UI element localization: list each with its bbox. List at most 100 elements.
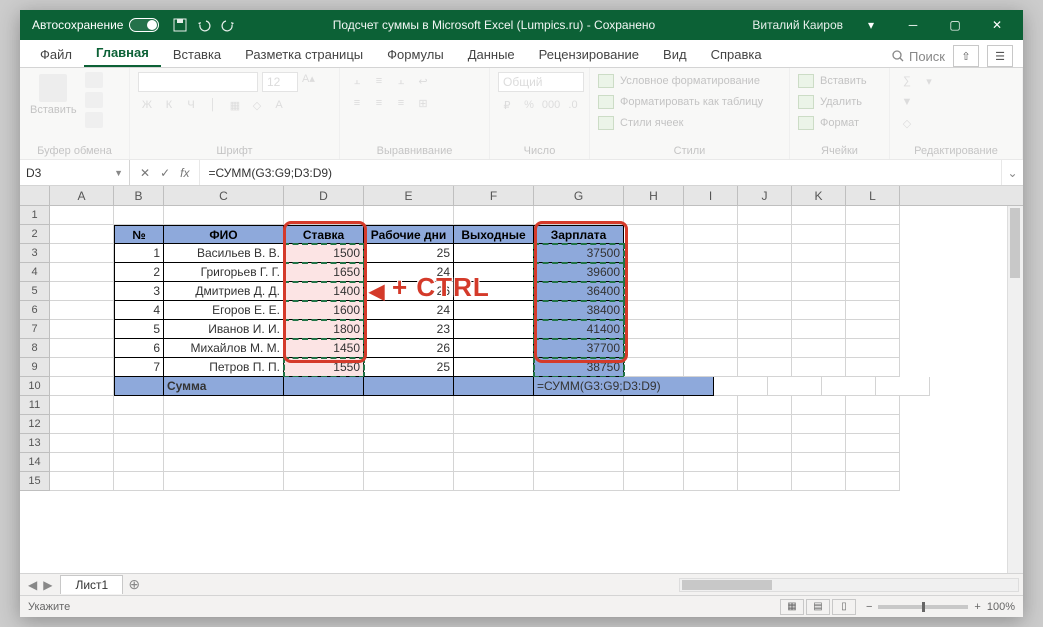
- tab-data[interactable]: Данные: [456, 42, 527, 67]
- cell[interactable]: [50, 453, 114, 472]
- cell[interactable]: [738, 415, 792, 434]
- cell[interactable]: [114, 377, 164, 396]
- cell[interactable]: [792, 282, 846, 301]
- cell[interactable]: [792, 396, 846, 415]
- cell[interactable]: №: [114, 225, 164, 244]
- expand-formula-icon[interactable]: ⌄: [1001, 160, 1023, 185]
- conditional-formatting[interactable]: Условное форматирование: [598, 72, 760, 90]
- row-header[interactable]: 6: [20, 301, 49, 320]
- close-icon[interactable]: ✕: [977, 10, 1017, 40]
- sheet-nav-prev-icon[interactable]: ◀: [28, 578, 37, 592]
- cell[interactable]: [364, 415, 454, 434]
- cell[interactable]: [284, 434, 364, 453]
- add-sheet-button[interactable]: ⊕: [123, 576, 145, 593]
- cell[interactable]: [164, 453, 284, 472]
- cell[interactable]: [454, 339, 534, 358]
- cell[interactable]: [792, 472, 846, 491]
- cell[interactable]: [454, 358, 534, 377]
- cell[interactable]: [684, 358, 738, 377]
- fill-color-icon[interactable]: ◇: [248, 96, 266, 114]
- cell[interactable]: [792, 225, 846, 244]
- merge-icon[interactable]: ⊞: [414, 94, 432, 112]
- cell[interactable]: Ставка: [284, 225, 364, 244]
- cell[interactable]: [822, 377, 876, 396]
- zoom-out-icon[interactable]: −: [866, 601, 872, 613]
- cancel-formula-icon[interactable]: ✕: [140, 166, 150, 180]
- cell[interactable]: [164, 472, 284, 491]
- cell[interactable]: [114, 434, 164, 453]
- cell[interactable]: 39600: [534, 263, 624, 282]
- zoom-slider[interactable]: [878, 605, 968, 609]
- cell[interactable]: [792, 244, 846, 263]
- cell[interactable]: [454, 453, 534, 472]
- tab-review[interactable]: Рецензирование: [527, 42, 651, 67]
- vertical-scrollbar[interactable]: [1007, 206, 1023, 573]
- cell[interactable]: [738, 434, 792, 453]
- cell[interactable]: [624, 396, 684, 415]
- row-header[interactable]: 7: [20, 320, 49, 339]
- zoom-level[interactable]: 100%: [987, 601, 1015, 613]
- cell[interactable]: [684, 244, 738, 263]
- clear-icon[interactable]: ◇: [898, 114, 916, 132]
- cell[interactable]: [624, 282, 684, 301]
- align-mid-icon[interactable]: ≡: [370, 72, 388, 90]
- increase-font-icon[interactable]: A▴: [302, 72, 315, 92]
- cell[interactable]: [50, 472, 114, 491]
- cell[interactable]: 1550: [284, 358, 364, 377]
- row-header[interactable]: 14: [20, 453, 49, 472]
- cell[interactable]: [846, 339, 900, 358]
- cell[interactable]: [50, 415, 114, 434]
- cell[interactable]: 41400: [534, 320, 624, 339]
- fill-icon[interactable]: ▼: [898, 93, 916, 111]
- cell[interactable]: [454, 206, 534, 225]
- row-header[interactable]: 10: [20, 377, 49, 396]
- cell[interactable]: [846, 301, 900, 320]
- row-header[interactable]: 5: [20, 282, 49, 301]
- cell[interactable]: [738, 396, 792, 415]
- cell[interactable]: [50, 358, 114, 377]
- cell[interactable]: [114, 415, 164, 434]
- cell[interactable]: [846, 434, 900, 453]
- comma-icon[interactable]: 000: [542, 96, 560, 114]
- fx-icon[interactable]: fx: [180, 166, 189, 180]
- save-icon[interactable]: [173, 18, 187, 32]
- cell[interactable]: [50, 320, 114, 339]
- cell[interactable]: [50, 263, 114, 282]
- cell[interactable]: =СУММ(G3:G9;D3:D9): [534, 377, 714, 396]
- undo-icon[interactable]: [197, 18, 211, 32]
- cell[interactable]: 25: [364, 244, 454, 263]
- cell[interactable]: [792, 434, 846, 453]
- number-format-combo[interactable]: Общий: [498, 72, 584, 92]
- cell[interactable]: [738, 282, 792, 301]
- col-header-H[interactable]: H: [624, 186, 684, 205]
- cell[interactable]: [364, 472, 454, 491]
- cell[interactable]: 38750: [534, 358, 624, 377]
- cell[interactable]: [164, 415, 284, 434]
- cell[interactable]: 36400: [534, 282, 624, 301]
- view-pagebreak-icon[interactable]: ▯: [832, 599, 856, 615]
- cell[interactable]: [164, 396, 284, 415]
- cell[interactable]: [684, 282, 738, 301]
- cell[interactable]: [792, 453, 846, 472]
- underline-button[interactable]: Ч: [182, 96, 200, 114]
- cell[interactable]: [364, 377, 454, 396]
- cell[interactable]: [534, 472, 624, 491]
- cell[interactable]: [364, 206, 454, 225]
- align-left-icon[interactable]: ≡: [348, 94, 366, 112]
- align-center-icon[interactable]: ≡: [370, 94, 388, 112]
- col-header-I[interactable]: I: [684, 186, 738, 205]
- copy-icon[interactable]: [85, 92, 103, 108]
- cell[interactable]: Рабочие дни: [364, 225, 454, 244]
- cell[interactable]: [624, 301, 684, 320]
- tab-home[interactable]: Главная: [84, 40, 161, 67]
- redo-icon[interactable]: [221, 18, 235, 32]
- name-box[interactable]: D3 ▼: [20, 160, 130, 185]
- cell[interactable]: [846, 244, 900, 263]
- cell[interactable]: Михайлов М. М.: [164, 339, 284, 358]
- cell[interactable]: [284, 206, 364, 225]
- cell[interactable]: Дмитриев Д. Д.: [164, 282, 284, 301]
- cell[interactable]: 38400: [534, 301, 624, 320]
- cell[interactable]: Сумма: [164, 377, 284, 396]
- cell[interactable]: [846, 263, 900, 282]
- row-header[interactable]: 11: [20, 396, 49, 415]
